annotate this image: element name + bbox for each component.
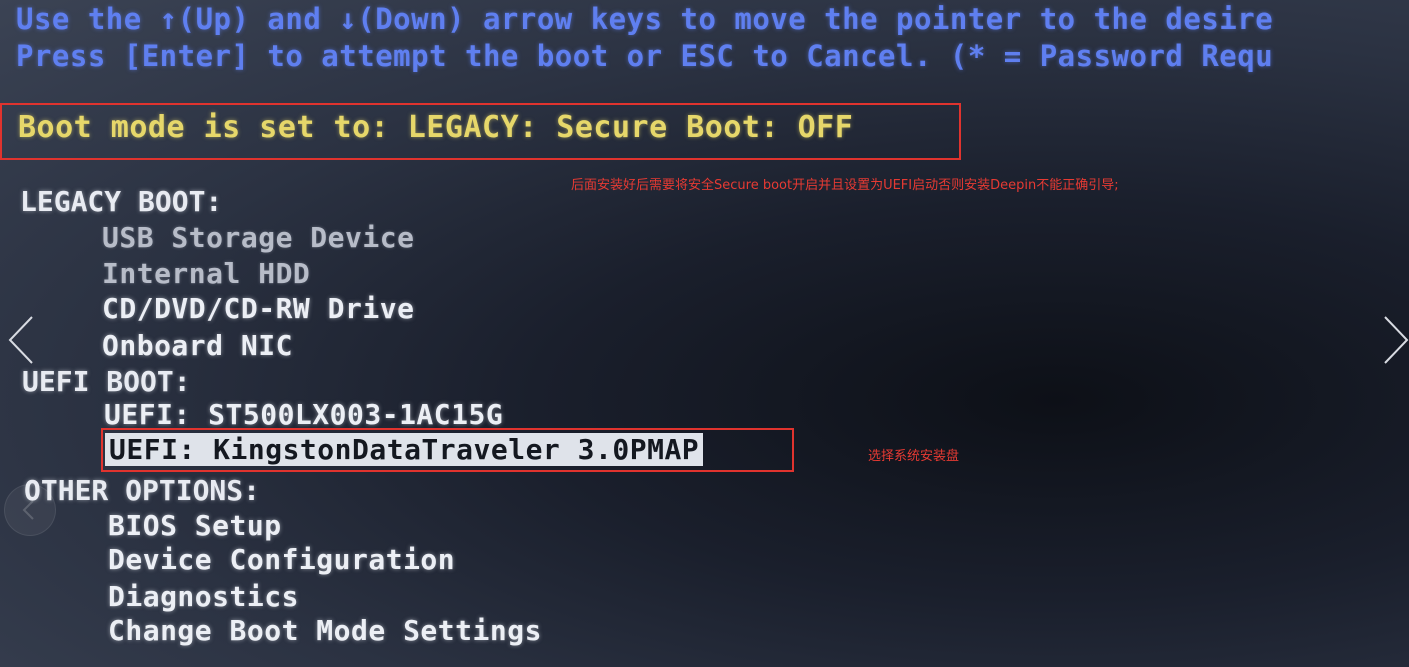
- boot-item-cd-dvd[interactable]: CD/DVD/CD-RW Drive: [102, 292, 414, 325]
- circle-back-button[interactable]: [4, 484, 56, 536]
- chevron-right-icon[interactable]: [1353, 305, 1409, 375]
- option-bios-setup[interactable]: BIOS Setup: [108, 509, 282, 542]
- legacy-boot-heading: LEGACY BOOT:: [20, 185, 223, 218]
- instruction-line-2: Press [Enter] to attempt the boot or ESC…: [16, 39, 1274, 73]
- instruction-line-1: Use the ↑(Up) and ↓(Down) arrow keys to …: [16, 2, 1274, 36]
- boot-item-uefi-hdd[interactable]: UEFI: ST500LX003-1AC15G: [104, 398, 503, 431]
- other-options-heading: OTHER OPTIONS:: [24, 474, 261, 507]
- secure-boot-annotation: 后面安装好后需要将安全Secure boot开启并且设置为UEFI启动否则安装D…: [571, 178, 1119, 193]
- boot-item-onboard-nic[interactable]: Onboard NIC: [102, 329, 293, 362]
- option-device-configuration[interactable]: Device Configuration: [108, 543, 455, 576]
- boot-item-internal-hdd[interactable]: Internal HDD: [102, 257, 310, 290]
- boot-item-uefi-kingston-selected[interactable]: UEFI: KingstonDataTraveler 3.0PMAP: [105, 433, 704, 466]
- option-diagnostics[interactable]: Diagnostics: [108, 580, 299, 613]
- option-change-boot-mode[interactable]: Change Boot Mode Settings: [108, 614, 542, 647]
- circle-chevron-left-icon: [22, 500, 34, 520]
- chevron-left-icon[interactable]: [0, 305, 56, 375]
- select-disk-annotation: 选择系统安装盘: [868, 449, 960, 464]
- boot-item-usb-storage[interactable]: USB Storage Device: [102, 221, 414, 254]
- boot-mode-status: Boot mode is set to: LEGACY: Secure Boot…: [18, 110, 854, 145]
